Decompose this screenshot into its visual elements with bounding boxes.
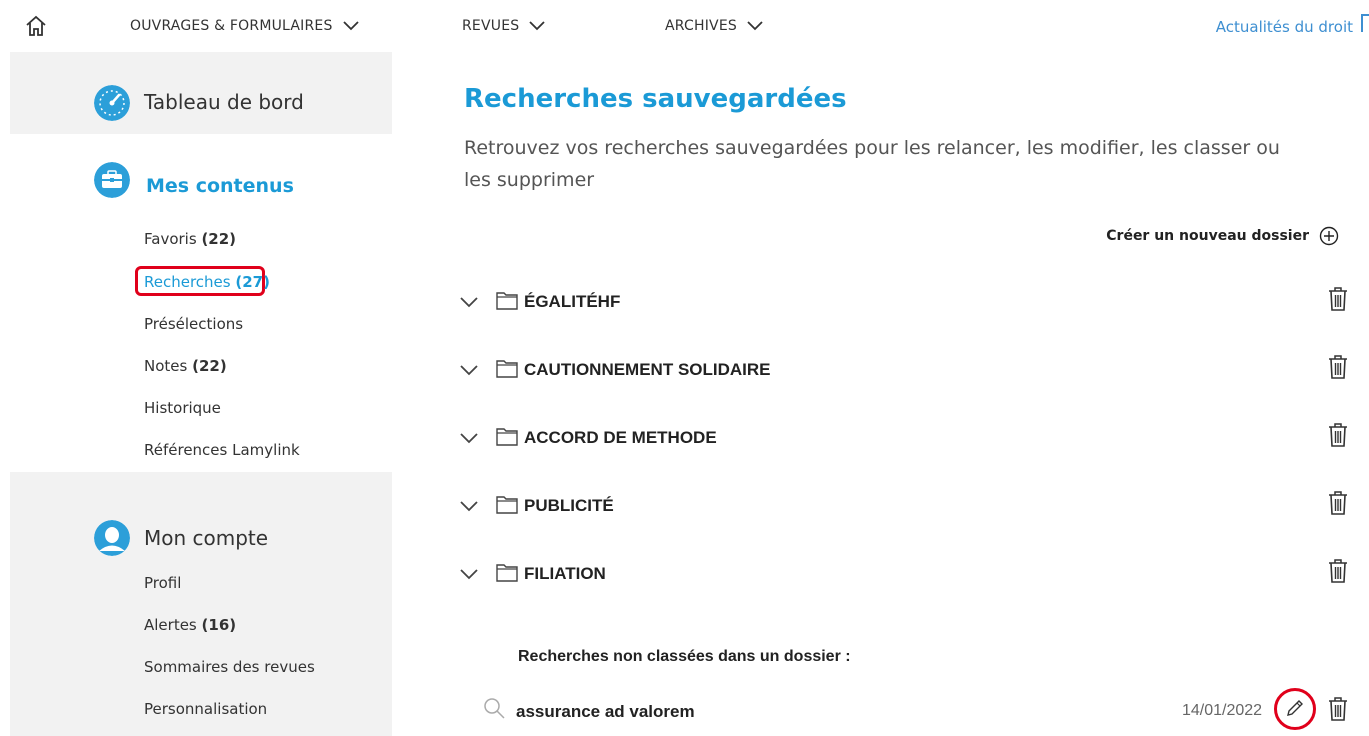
chevron-down-icon — [747, 21, 763, 31]
sidebar-item-label: Présélections — [144, 315, 244, 333]
folder-icon — [496, 428, 518, 446]
folder-name: ÉGALITÉHF — [524, 292, 621, 311]
page-description: Retrouvez vos recherches sauvegardées po… — [464, 137, 1280, 191]
nav-label: OUVRAGES & FORMULAIRES — [130, 18, 333, 34]
sidebar-item-label: Profil — [144, 574, 182, 592]
page-title: Recherches sauvegardées — [464, 84, 847, 114]
sidebar-item-sommaires-revues[interactable]: Sommaires des revues — [144, 658, 315, 676]
chevron-down-icon[interactable] — [460, 500, 478, 512]
folder-row[interactable]: FILIATION — [456, 554, 1349, 594]
trash-icon[interactable] — [1327, 286, 1349, 312]
unsorted-searches-label: Recherches non classées dans un dossier … — [518, 648, 851, 665]
sidebar-item-count: (22) — [201, 230, 237, 248]
nav-label: REVUES — [462, 18, 520, 34]
external-link-icon — [1361, 14, 1369, 32]
saved-search-name[interactable]: assurance ad valorem — [516, 702, 695, 722]
trash-icon[interactable] — [1327, 558, 1349, 584]
plus-circle-icon — [1319, 226, 1339, 246]
search-icon — [484, 698, 505, 719]
sidebar-item-recherches[interactable]: Recherches (27) — [144, 273, 270, 291]
folder-row[interactable]: CAUTIONNEMENT SOLIDAIRE — [456, 350, 1349, 390]
sidebar-item-label: Notes — [144, 357, 188, 375]
sidebar-item-count: (27) — [235, 273, 270, 291]
chevron-down-icon — [529, 21, 545, 31]
pencil-icon — [1287, 700, 1303, 716]
saved-search-date: 14/01/2022 — [1182, 702, 1263, 719]
nav-ouvrages-formulaires[interactable]: OUVRAGES & FORMULAIRES — [130, 18, 359, 34]
sidebar-item-alertes[interactable]: Alertes (16) — [144, 616, 236, 634]
trash-icon[interactable] — [1327, 354, 1349, 380]
chevron-down-icon[interactable] — [460, 432, 478, 444]
sidebar-dashboard[interactable]: Tableau de bord — [10, 52, 392, 134]
create-folder-label: Créer un nouveau dossier — [1106, 228, 1309, 244]
top-navigation: OUVRAGES & FORMULAIRES REVUES ARCHIVES A… — [0, 0, 1369, 52]
folder-name: CAUTIONNEMENT SOLIDAIRE — [524, 360, 771, 379]
edit-search-button[interactable] — [1274, 688, 1316, 730]
sidebar-item-label: Recherches — [144, 273, 231, 291]
sidebar-item-label: Personnalisation — [144, 700, 268, 718]
home-icon[interactable] — [24, 14, 48, 38]
user-icon — [94, 520, 130, 556]
sidebar-item-label: Favoris — [144, 230, 197, 248]
chevron-down-icon[interactable] — [460, 364, 478, 376]
nav-label: ARCHIVES — [665, 18, 737, 34]
trash-icon[interactable] — [1327, 490, 1349, 516]
chevron-down-icon[interactable] — [460, 296, 478, 308]
nav-archives[interactable]: ARCHIVES — [665, 18, 763, 34]
folder-icon — [496, 496, 518, 514]
folder-icon — [496, 292, 518, 310]
sidebar-item-label: Sommaires des revues — [144, 658, 315, 676]
sidebar-item-profil[interactable]: Profil — [144, 574, 181, 592]
sidebar-item-count: (16) — [201, 616, 237, 634]
trash-icon[interactable] — [1327, 422, 1349, 448]
dashboard-icon — [94, 85, 130, 121]
folder-icon — [496, 360, 518, 378]
nav-revues[interactable]: REVUES — [462, 18, 545, 34]
sidebar-item-label: Alertes — [144, 616, 197, 634]
sidebar-account: Mon compte Profil Alertes (16) Sommaires… — [10, 472, 392, 736]
folder-row[interactable]: ACCORD DE METHODE — [456, 418, 1349, 458]
folder-name: FILIATION — [524, 564, 606, 583]
sidebar-item-count: (22) — [192, 357, 227, 375]
sidebar-item-label: Références Lamylink — [144, 441, 300, 459]
chevron-down-icon[interactable] — [460, 568, 478, 580]
saved-search-row: assurance ad valorem 14/01/2022 — [480, 688, 1349, 730]
news-link[interactable]: Actualités du droit — [1216, 18, 1353, 36]
briefcase-icon — [94, 162, 130, 198]
sidebar-item-preselections[interactable]: Présélections — [144, 315, 243, 333]
sidebar-item-personnalisation[interactable]: Personnalisation — [144, 700, 267, 718]
sidebar-account-title[interactable]: Mon compte — [144, 526, 268, 550]
chevron-down-icon — [342, 21, 359, 31]
folder-icon — [496, 564, 518, 582]
sidebar-item-label: Historique — [144, 399, 221, 417]
folder-row[interactable]: PUBLICITÉ — [456, 486, 1349, 526]
sidebar-dashboard-label: Tableau de bord — [144, 90, 304, 114]
sidebar-item-references-lamylink[interactable]: Références Lamylink — [144, 441, 300, 459]
sidebar-item-favoris[interactable]: Favoris (22) — [144, 230, 236, 248]
sidebar-my-content-title[interactable]: Mes contenus — [146, 175, 294, 197]
folder-name: PUBLICITÉ — [524, 496, 614, 515]
trash-icon[interactable] — [1327, 696, 1349, 722]
folder-row[interactable]: ÉGALITÉHF — [456, 282, 1349, 322]
folder-name: ACCORD DE METHODE — [524, 428, 717, 447]
sidebar-item-historique[interactable]: Historique — [144, 399, 221, 417]
sidebar-item-notes[interactable]: Notes (22) — [144, 357, 227, 375]
create-folder-button[interactable]: Créer un nouveau dossier — [1106, 226, 1339, 246]
